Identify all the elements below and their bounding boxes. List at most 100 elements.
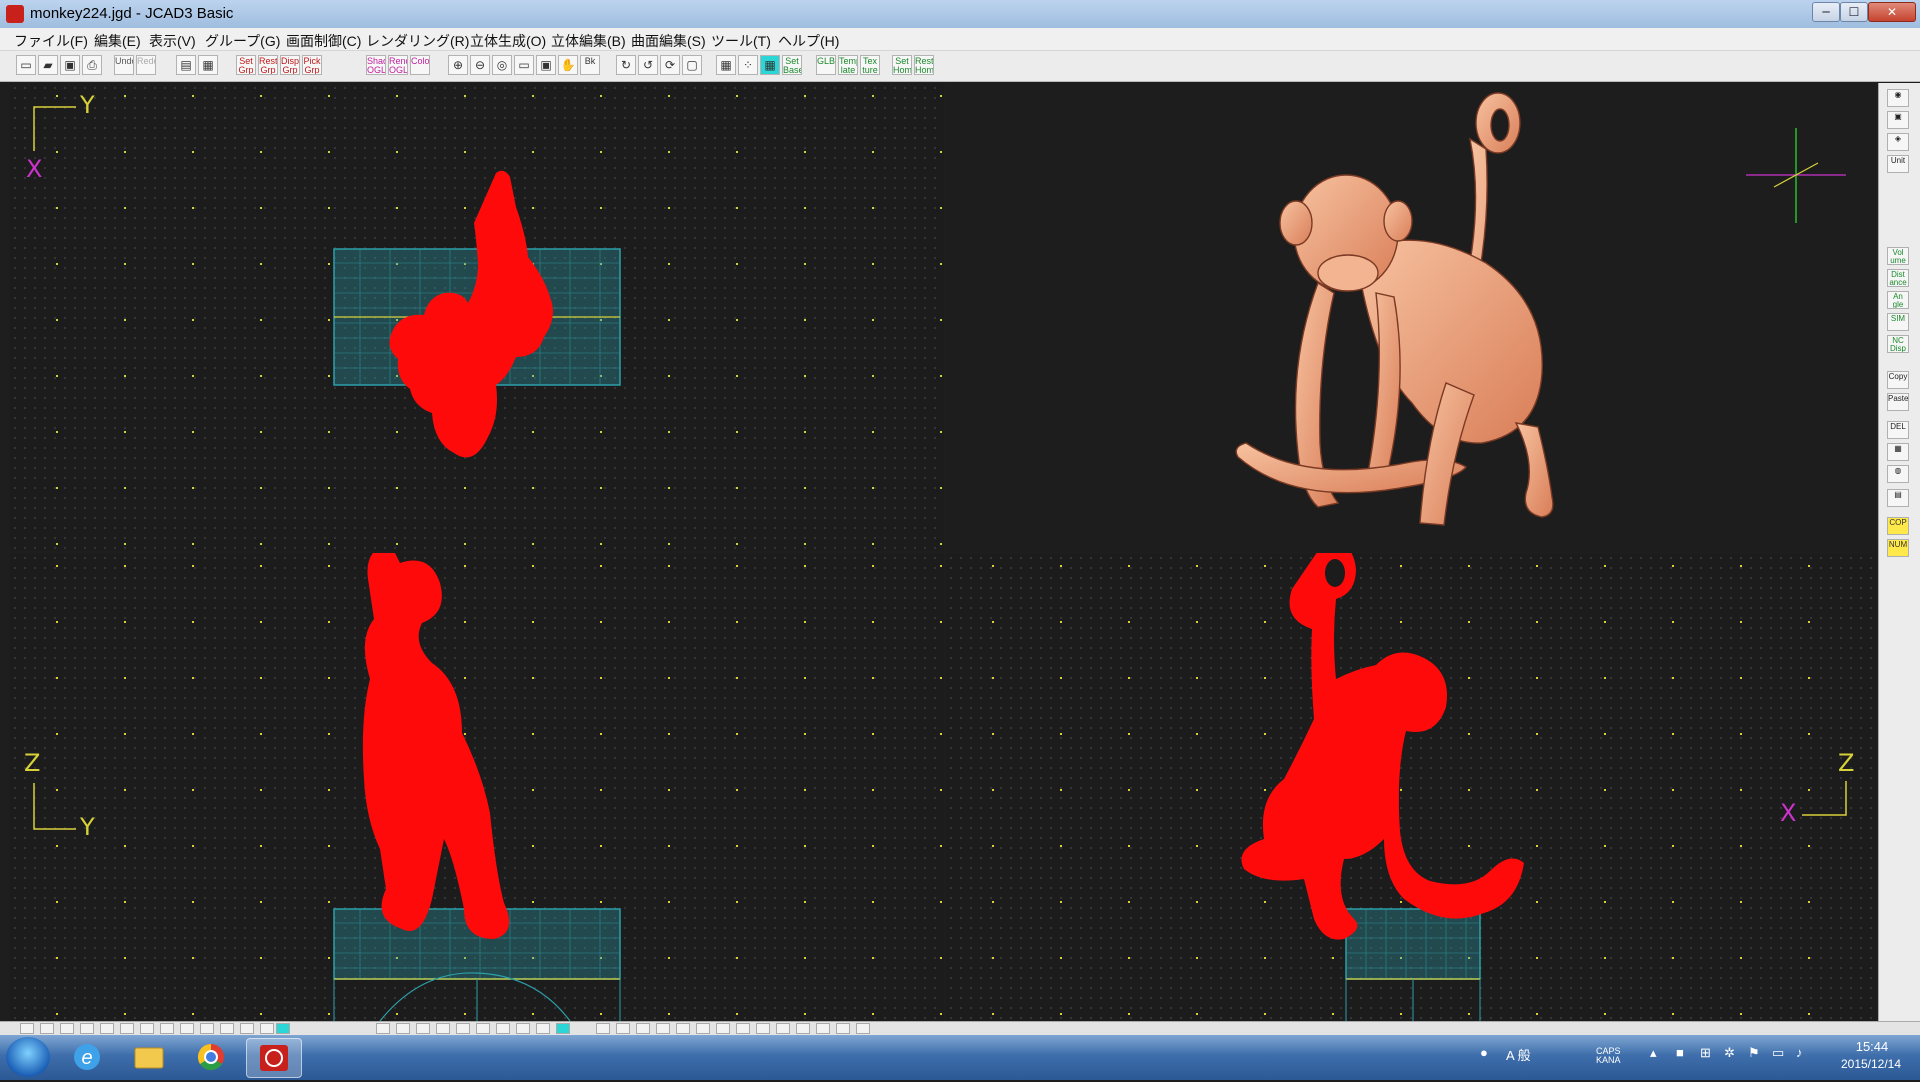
- bottom-tool-button[interactable]: [180, 1023, 194, 1034]
- bottom-tool-button[interactable]: [676, 1023, 690, 1034]
- tray-volume-icon[interactable]: ♪: [1796, 1045, 1803, 1060]
- tray-app-icon[interactable]: ■: [1676, 1045, 1684, 1060]
- palette-paste-button[interactable]: Paste: [1887, 393, 1909, 411]
- viewport-front[interactable]: Z Y: [10, 553, 944, 1021]
- bottom-tool-button[interactable]: [736, 1023, 750, 1034]
- zoom-window-icon[interactable]: ▭: [514, 55, 534, 75]
- set-home-button[interactable]: Set Home: [892, 55, 912, 75]
- bottom-tool-button[interactable]: [80, 1023, 94, 1034]
- viewport-perspective[interactable]: [946, 83, 1876, 551]
- bottom-tool-button[interactable]: [200, 1023, 214, 1034]
- bottom-tool-button[interactable]: [436, 1023, 450, 1034]
- rotate-view3-icon[interactable]: ⟳: [660, 55, 680, 75]
- tray-network-icon[interactable]: ▭: [1772, 1045, 1784, 1061]
- zoom-out-icon[interactable]: ⊖: [470, 55, 490, 75]
- bottom-tool-button-active[interactable]: [556, 1023, 570, 1034]
- bottom-tool-button-active[interactable]: [276, 1023, 290, 1034]
- bottom-tool-button[interactable]: [596, 1023, 610, 1034]
- chrome-icon[interactable]: [184, 1038, 238, 1076]
- menu-rendering[interactable]: レンダリング(R): [366, 31, 469, 51]
- set-group-button[interactable]: Set Grp: [236, 55, 256, 75]
- palette-eye-icon[interactable]: ◉: [1887, 89, 1909, 107]
- bottom-tool-button[interactable]: [396, 1023, 410, 1034]
- clock-date[interactable]: 2015/12/14: [1826, 1057, 1916, 1071]
- template-button[interactable]: Temp late: [838, 55, 858, 75]
- frame-view-icon[interactable]: ▢: [682, 55, 702, 75]
- reset-group-button[interactable]: Rest Grp: [258, 55, 278, 75]
- grid-cyan-icon[interactable]: ▦: [760, 55, 780, 75]
- palette-delete-button[interactable]: DEL: [1887, 421, 1909, 439]
- zoom-fit-icon[interactable]: ◎: [492, 55, 512, 75]
- clock-time[interactable]: 15:44: [1836, 1039, 1908, 1054]
- palette-volume-button[interactable]: Vol ume: [1887, 247, 1909, 265]
- bottom-tool-button[interactable]: [376, 1023, 390, 1034]
- jcad3-taskbar-icon[interactable]: [246, 1038, 302, 1078]
- render-ogl-button[interactable]: Rend OGL: [388, 55, 408, 75]
- bottom-tool-button[interactable]: [60, 1023, 74, 1034]
- pan-hand-icon[interactable]: ✋: [558, 55, 578, 75]
- palette-printer-icon[interactable]: ▣: [1887, 111, 1909, 129]
- menu-group[interactable]: グループ(G): [205, 31, 280, 51]
- back-view-button[interactable]: Bk: [580, 55, 600, 75]
- menu-surface-edit[interactable]: 曲面編集(S): [631, 31, 706, 51]
- grid-dots-icon[interactable]: ⁘: [738, 55, 758, 75]
- bottom-tool-button[interactable]: [816, 1023, 830, 1034]
- glb-button[interactable]: GLB: [816, 55, 836, 75]
- bottom-tool-button[interactable]: [716, 1023, 730, 1034]
- maximize-button[interactable]: ☐: [1840, 2, 1868, 22]
- palette-layers-icon[interactable]: ◈: [1887, 133, 1909, 151]
- viewport-top[interactable]: Y X: [10, 83, 944, 551]
- bottom-tool-button[interactable]: [656, 1023, 670, 1034]
- redo-button[interactable]: Redo: [136, 55, 156, 75]
- display-group-button[interactable]: Disp Grp: [280, 55, 300, 75]
- bottom-tool-button[interactable]: [756, 1023, 770, 1034]
- menu-tools[interactable]: ツール(T): [711, 31, 771, 51]
- zoom-in-icon[interactable]: ⊕: [448, 55, 468, 75]
- bottom-tool-button[interactable]: [636, 1023, 650, 1034]
- save-icon[interactable]: ▣: [60, 55, 80, 75]
- layer-icon[interactable]: ▤: [176, 55, 196, 75]
- bottom-tool-button[interactable]: [776, 1023, 790, 1034]
- tray-windows-icon[interactable]: ⊞: [1700, 1045, 1711, 1061]
- bottom-tool-button[interactable]: [260, 1023, 274, 1034]
- print-icon[interactable]: ⎙: [82, 55, 102, 75]
- tray-shield-icon[interactable]: ●: [1480, 1045, 1488, 1060]
- undo-button[interactable]: Undo: [114, 55, 134, 75]
- palette-copy-button[interactable]: Copy: [1887, 371, 1909, 389]
- viewport-side[interactable]: Z X: [946, 553, 1876, 1021]
- menu-screen-control[interactable]: 画面制御(C): [286, 31, 361, 51]
- palette-grid-icon[interactable]: ▦: [1887, 443, 1909, 461]
- palette-sim-button[interactable]: SIM: [1887, 313, 1909, 331]
- menu-file[interactable]: ファイル(F): [14, 31, 88, 51]
- bottom-tool-button[interactable]: [796, 1023, 810, 1034]
- grid-icon[interactable]: ▦: [716, 55, 736, 75]
- bottom-tool-button[interactable]: [456, 1023, 470, 1034]
- bottom-tool-button[interactable]: [616, 1023, 630, 1034]
- menu-solid-edit[interactable]: 立体編集(B): [551, 31, 626, 51]
- rotate-view-icon[interactable]: ↻: [616, 55, 636, 75]
- color-button[interactable]: Color: [410, 55, 430, 75]
- palette-unit-button[interactable]: Unit: [1887, 155, 1909, 173]
- tray-flag-icon[interactable]: ⚑: [1748, 1045, 1760, 1061]
- bottom-tool-button[interactable]: [160, 1023, 174, 1034]
- palette-nc-disp-button[interactable]: NC Disp: [1887, 335, 1909, 353]
- bottom-tool-button[interactable]: [220, 1023, 234, 1034]
- zoom-all-icon[interactable]: ▣: [536, 55, 556, 75]
- pick-group-button[interactable]: Pick Grp: [302, 55, 322, 75]
- bottom-tool-button[interactable]: [240, 1023, 254, 1034]
- bottom-tool-button[interactable]: [536, 1023, 550, 1034]
- tray-show-hidden-icon[interactable]: ▴: [1650, 1045, 1657, 1061]
- bottom-tool-button[interactable]: [416, 1023, 430, 1034]
- set-base-button[interactable]: Set Base: [782, 55, 802, 75]
- bottom-tool-button[interactable]: [100, 1023, 114, 1034]
- start-button[interactable]: [6, 1037, 50, 1077]
- tray-settings-icon[interactable]: ✲: [1724, 1045, 1735, 1061]
- palette-angle-button[interactable]: An gle: [1887, 291, 1909, 309]
- bottom-tool-button[interactable]: [40, 1023, 54, 1034]
- minimize-button[interactable]: ─: [1812, 2, 1840, 22]
- layer2-icon[interactable]: ▦: [198, 55, 218, 75]
- bottom-tool-button[interactable]: [476, 1023, 490, 1034]
- close-button[interactable]: ✕: [1868, 2, 1916, 22]
- bottom-tool-button[interactable]: [516, 1023, 530, 1034]
- bottom-tool-button[interactable]: [120, 1023, 134, 1034]
